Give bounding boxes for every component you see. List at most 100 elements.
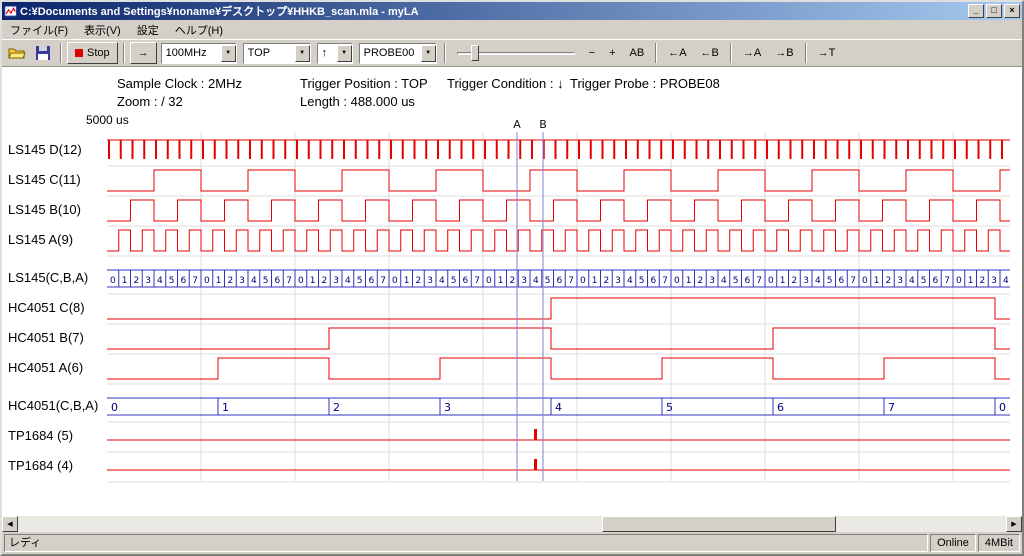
cursor-label-b[interactable]: B	[539, 119, 547, 131]
bus-value: 4	[345, 276, 351, 286]
bus-value: 5	[921, 276, 927, 286]
dropdown-arrow-icon[interactable]: ▼	[295, 45, 310, 62]
bus-value: 3	[709, 276, 715, 286]
scroll-left-button[interactable]: ◀	[2, 516, 18, 532]
bus-value: 2	[333, 401, 340, 414]
save-button[interactable]	[31, 42, 55, 64]
maximize-button[interactable]: □	[986, 4, 1002, 18]
menu-help[interactable]: ヘルプ(H)	[167, 20, 231, 40]
bus-value: 6	[463, 276, 469, 286]
waveform-area: 0123456701234567012345670123456701234567…	[2, 119, 1022, 511]
open-folder-icon	[8, 46, 26, 60]
titlebar[interactable]: C:¥Documents and Settings¥noname¥デスクトップ¥…	[2, 2, 1022, 20]
run-arrow-button[interactable]: →	[130, 42, 157, 64]
bus-value: 2	[416, 276, 422, 286]
pulse-mark	[534, 429, 537, 440]
dropdown-arrow-icon[interactable]: ▼	[337, 45, 352, 62]
bus-value: 4	[627, 276, 633, 286]
bus-value: 5	[827, 276, 833, 286]
bus-value: 7	[568, 276, 574, 286]
zoom-in-button[interactable]: +	[603, 42, 621, 64]
bus-value: 6	[651, 276, 657, 286]
bus-value: 5	[639, 276, 645, 286]
bus-value: 5	[357, 276, 363, 286]
bus-value: 2	[322, 276, 328, 286]
bus-value: 1	[874, 276, 880, 286]
bus-value: 2	[792, 276, 798, 286]
waveform-plot[interactable]: 0123456701234567012345670123456701234567…	[107, 119, 1012, 499]
close-button[interactable]: ×	[1004, 4, 1020, 18]
bus-value: 4	[251, 276, 257, 286]
channel-label: HC4051 C(8)	[8, 300, 85, 315]
bus-value: 4	[157, 276, 163, 286]
bus-value: 0	[111, 401, 118, 414]
channel-label: LS145 C(11)	[8, 172, 81, 187]
dropdown-arrow-icon[interactable]: ▼	[421, 45, 436, 62]
goto-cursor-a-left-button[interactable]: ←A	[662, 42, 692, 64]
goto-cursor-b-left-button[interactable]: ←B	[695, 42, 725, 64]
ab-range-button[interactable]: AB	[624, 42, 651, 64]
bus-value: 0	[392, 276, 398, 286]
bus-value: 6	[777, 401, 784, 414]
trigger-probe-select[interactable]: PROBE00 ▼	[359, 43, 437, 64]
minimize-button[interactable]: _	[968, 4, 984, 18]
capture-info: Sample Clock : 2MHz Trigger Position : T…	[117, 75, 720, 111]
bus-value: 0	[110, 276, 116, 286]
bus-value: 7	[850, 276, 856, 286]
menu-view[interactable]: 表示(V)	[76, 20, 129, 40]
waveform-trace	[107, 170, 1010, 191]
waveform-trace	[107, 358, 1010, 379]
zoom-slider[interactable]	[457, 42, 575, 64]
zoom-slider-thumb[interactable]	[471, 45, 479, 61]
toolbar-separator	[655, 43, 657, 63]
channel-label: TP1684 (4)	[8, 458, 73, 473]
bus-value: 0	[580, 276, 586, 286]
bus-value: 1	[222, 401, 229, 414]
zoom-out-button[interactable]: −	[583, 42, 601, 64]
trigger-probe-info: Trigger Probe : PROBE08	[570, 75, 720, 93]
bus-value: 7	[756, 276, 762, 286]
stop-icon	[75, 49, 83, 57]
waveform-trace	[107, 230, 1010, 251]
channel-label: LS145 D(12)	[8, 142, 82, 157]
trigger-position-select[interactable]: TOP ▼	[243, 43, 311, 64]
menu-settings[interactable]: 設定	[129, 20, 167, 40]
toolbar-separator	[123, 43, 125, 63]
dropdown-arrow-icon[interactable]: ▼	[221, 45, 236, 62]
trigger-edge-select[interactable]: ↑ ▼	[317, 43, 353, 64]
bus-value: 5	[451, 276, 457, 286]
goto-cursor-a-right-button[interactable]: →A	[737, 42, 767, 64]
window-title: C:¥Documents and Settings¥noname¥デスクトップ¥…	[20, 3, 966, 19]
scrollbar-thumb[interactable]	[602, 516, 836, 532]
bus-value: 2	[228, 276, 234, 286]
bus-value: 0	[204, 276, 210, 286]
goto-trigger-button[interactable]: →T	[812, 42, 842, 64]
bus-value: 6	[745, 276, 751, 286]
bus-value: 6	[557, 276, 563, 286]
stop-label: Stop	[87, 47, 110, 59]
open-button[interactable]	[5, 42, 29, 64]
channel-label: TP1684 (5)	[8, 428, 73, 443]
stop-button[interactable]: Stop	[67, 42, 118, 64]
cursor-label-a[interactable]: A	[513, 119, 521, 131]
scroll-left-icon: ◀	[7, 520, 12, 528]
bus-value: 3	[991, 276, 997, 286]
bus-value: 1	[592, 276, 598, 286]
menu-file[interactable]: ファイル(F)	[2, 20, 76, 40]
scroll-right-button[interactable]: ▶	[1006, 516, 1022, 532]
bus-value: 1	[780, 276, 786, 286]
goto-cursor-b-right-button[interactable]: →B	[769, 42, 799, 64]
sample-clock-select[interactable]: 100MHz ▼	[161, 43, 237, 64]
horizontal-scrollbar[interactable]: ◀ ▶	[2, 516, 1022, 532]
waveform-trace	[107, 298, 1010, 319]
channel-label: LS145 B(10)	[8, 202, 81, 217]
bus-value: 6	[933, 276, 939, 286]
length-info: Length : 488.000 us	[300, 93, 447, 111]
bus-value: 3	[803, 276, 809, 286]
toolbar-separator	[805, 43, 807, 63]
bus-value: 7	[380, 276, 386, 286]
bus-value: 4	[1003, 276, 1009, 286]
app-window: C:¥Documents and Settings¥noname¥デスクトップ¥…	[0, 0, 1024, 556]
bus-value: 1	[122, 276, 128, 286]
channel-label: HC4051 B(7)	[8, 330, 84, 345]
